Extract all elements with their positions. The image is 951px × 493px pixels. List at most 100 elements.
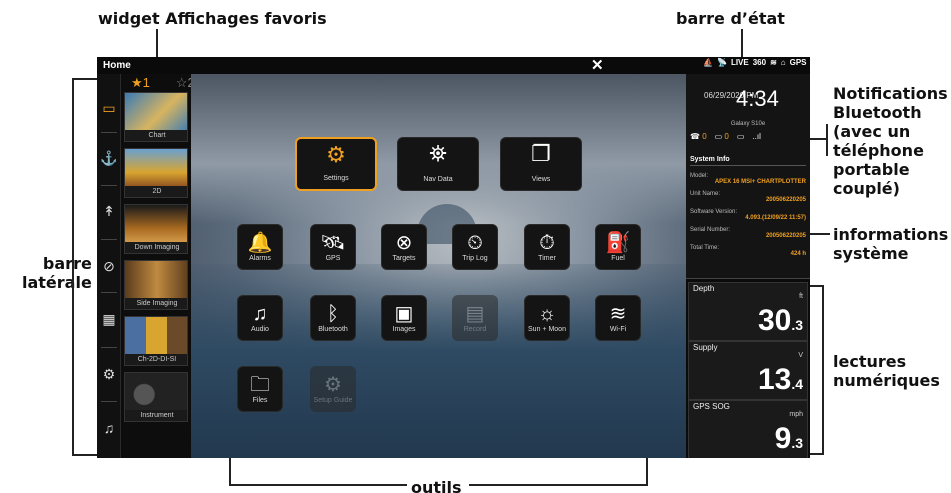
sidebar-item-anchor[interactable]: ⚓	[97, 138, 121, 178]
tool-nav-data[interactable]: ⛯ Nav Data	[397, 137, 479, 191]
trip-log-icon: ⏲	[467, 232, 483, 254]
tool-label: Images	[392, 326, 416, 333]
readout-supply[interactable]: Supply V 13.4	[688, 341, 808, 400]
tool-label: Audio	[251, 326, 269, 333]
leader-sidebar-top	[72, 78, 98, 80]
home-button[interactable]: Home	[103, 60, 131, 71]
tool-label: Settings	[323, 175, 349, 182]
model-value: APEX 16 MSI+ CHARTPLOTTER	[714, 179, 806, 185]
tool-settings[interactable]: ⚙ Settings	[295, 137, 377, 191]
callout-system-info: informations système	[833, 225, 949, 263]
favorite-view-instrument[interactable]: Instrument	[124, 372, 188, 422]
favorites-tab-1[interactable]: ★1	[131, 75, 150, 91]
tool-wifi[interactable]: ≋ Wi-Fi	[595, 295, 641, 341]
messages-count: 0	[724, 132, 729, 141]
total-time-value: 424 h	[790, 251, 806, 257]
tool-views[interactable]: ❐ Views	[500, 137, 582, 191]
thumbnail	[125, 261, 187, 300]
divider	[101, 347, 117, 348]
callout-bluetooth-notifications: Notifications Bluetooth (avec un télépho…	[833, 84, 948, 198]
leader-system-info	[810, 233, 830, 235]
sidebar-item-man-overboard[interactable]: ↟	[97, 191, 121, 231]
readout-decimal: .3	[791, 435, 803, 451]
tool-label: Fuel	[611, 255, 625, 262]
status-icons: ⛵ 📡 LIVE 360 ≋ ⌂ GPS	[703, 58, 807, 67]
divider	[101, 292, 117, 293]
favorite-label: Down Imaging	[125, 242, 187, 253]
readout-depth[interactable]: Depth ft 30.3	[688, 282, 808, 341]
leader-readouts-bottom	[810, 453, 824, 455]
close-icon[interactable]: ✕	[591, 57, 604, 74]
sidebar-item-grid[interactable]: ▦	[97, 299, 121, 339]
unit-row: Unit Name: 200506220205	[690, 191, 806, 203]
network-icon: ≋	[770, 58, 777, 67]
favorite-view-side-imaging[interactable]: Side Imaging	[124, 260, 188, 310]
tool-targets[interactable]: ⊗ Targets	[381, 224, 427, 270]
unit-label: Unit Name:	[690, 191, 721, 197]
favorite-view-2d[interactable]: 2D	[124, 148, 188, 198]
leader-tools-hr	[469, 484, 648, 486]
divider	[101, 239, 117, 240]
tool-label: Record	[463, 326, 487, 333]
tool-trip-log[interactable]: ⏲ Trip Log	[452, 224, 498, 270]
sun-moon-icon: ☼	[537, 303, 557, 325]
software-row: Software Version: 4.093.(12/09/22 11:57)	[690, 209, 806, 221]
favorite-view-combo[interactable]: Ch-2D-DI-SI	[124, 316, 188, 366]
thumbnail	[125, 205, 187, 244]
tool-label: Targets	[392, 255, 416, 262]
calls-count: 0	[702, 132, 707, 141]
music-icon: ♫	[252, 303, 268, 325]
readout-decimal: .4	[791, 376, 803, 392]
divider	[101, 132, 117, 133]
readout-unit: ft	[799, 293, 803, 300]
right-panel: 06/29/2020 PM 4:34 Galaxy S10e ☎ 0 ▭ 0 ▭…	[686, 74, 810, 458]
sidebar-item-views[interactable]: ▭	[97, 88, 121, 128]
tool-bluetooth[interactable]: ᛒ Bluetooth	[310, 295, 356, 341]
tool-label: Wi-Fi	[609, 326, 627, 333]
sidebar-item-trolling-motor[interactable]: ⚙	[97, 354, 121, 394]
unit-value: 200506220205	[765, 197, 806, 203]
fuel-icon: ⛽	[605, 232, 631, 254]
favorite-view-chart[interactable]: Chart	[124, 92, 188, 142]
favorite-view-down-imaging[interactable]: Down Imaging	[124, 204, 188, 254]
tool-audio[interactable]: ♫ Audio	[237, 295, 283, 341]
tool-gps[interactable]: 🛰 GPS	[310, 224, 356, 270]
messages-notification[interactable]: ▭ 0	[715, 132, 729, 141]
tool-fuel[interactable]: ⛽ Fuel	[595, 224, 641, 270]
favorite-label: Ch-2D-DI-SI	[125, 354, 187, 365]
tool-alarms[interactable]: 🔔 Alarms	[237, 224, 283, 270]
compass-icon: ⊘	[103, 257, 115, 274]
tool-label: Alarms	[249, 255, 271, 262]
tool-sun-moon[interactable]: ☼ Sun + Moon	[524, 295, 570, 341]
readout-name: Supply	[693, 343, 718, 352]
total-time-row: Total Time: 424 h	[690, 245, 806, 257]
favorite-label: Side Imaging	[125, 298, 187, 309]
music-icon: ♫	[103, 420, 115, 436]
calls-notification[interactable]: ☎ 0	[690, 132, 707, 141]
battery-icon: ▭	[736, 132, 745, 141]
leader-readouts-v	[822, 285, 824, 455]
model-label: Model:	[690, 173, 709, 179]
total-time-label: Total Time:	[690, 245, 720, 251]
thumbnail	[125, 149, 187, 188]
grid-icon: ▦	[102, 310, 116, 327]
tool-label: Nav Data	[423, 176, 453, 183]
favorites-widget: ★1 ☆2 Chart 2D Down Imaging Side Imaging…	[121, 74, 195, 458]
tool-files[interactable]: 🗀 Files	[237, 366, 283, 412]
trolling-motor-icon: ⚙	[102, 365, 116, 382]
callout-sidebar: barre latérale	[22, 254, 92, 292]
thumbnail	[125, 93, 187, 132]
system-info-title: System Info	[690, 156, 806, 166]
sidebar-item-compass[interactable]: ⊘	[97, 246, 121, 286]
sonar-360-icon: 360	[752, 58, 767, 67]
sidebar-item-audio[interactable]: ♫	[97, 408, 121, 448]
leader-sidebar-bottom	[72, 454, 98, 456]
tool-timer[interactable]: ⏱ Timer	[524, 224, 570, 270]
bluetooth-icon: ᛒ	[327, 303, 339, 325]
readout-gps-sog[interactable]: GPS SOG mph 9.3	[688, 400, 808, 458]
favorites-tabs: ★1 ☆2	[121, 74, 195, 91]
tool-images[interactable]: ▣ Images	[381, 295, 427, 341]
thumbnail	[125, 317, 187, 356]
status-bar: Home ✕ ⛵ 📡 LIVE 360 ≋ ⌂ GPS	[97, 57, 810, 74]
paired-phone-name: Galaxy S10e	[730, 121, 766, 127]
